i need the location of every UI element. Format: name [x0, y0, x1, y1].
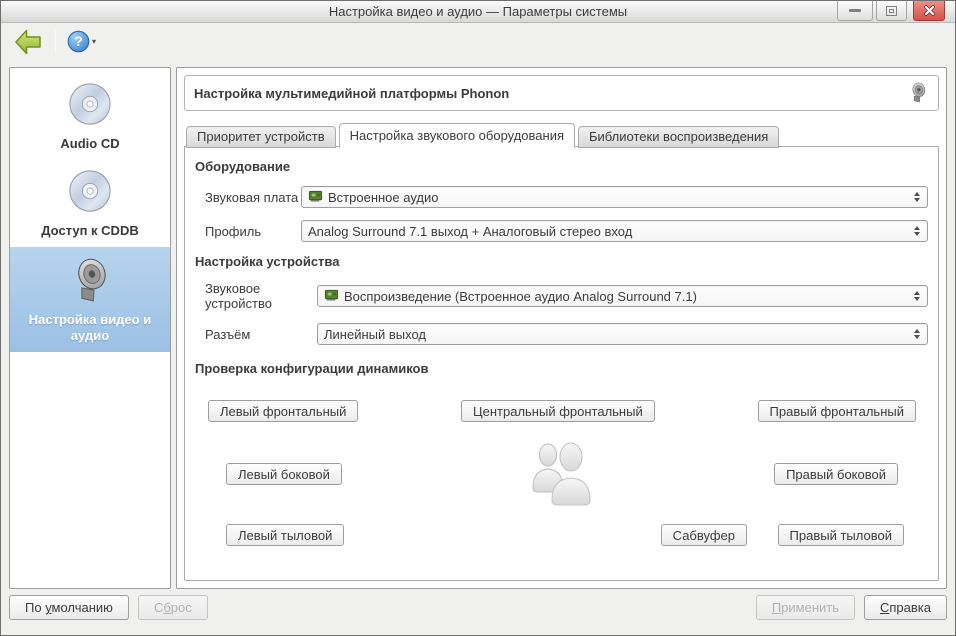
profile-select[interactable]: Analog Surround 7.1 выход + Аналоговый с… — [301, 220, 928, 242]
device-section-title: Настройка устройства — [195, 254, 340, 269]
minimize-icon — [849, 9, 861, 12]
toolbar: ? ▾ — [1, 24, 955, 59]
speaker-test-front-right-button[interactable]: Правый фронтальный — [757, 400, 916, 422]
toolbar-separator — [55, 29, 56, 54]
audio-device-label: Звуковое устройство — [205, 281, 272, 311]
speaker-test-area: Левый фронтальный Центральный фронтальны… — [193, 388, 930, 548]
back-button[interactable] — [14, 29, 42, 55]
sound-card-label: Звуковая плата — [205, 189, 299, 205]
hardware-section-title: Оборудование — [195, 159, 291, 174]
main-panel: Настройка мультимедийной платформы Phono… — [176, 67, 947, 589]
sidebar-item-label: Доступ к CDDB — [41, 223, 139, 238]
tab-content: Оборудование Звуковая плата Встроенное а… — [184, 146, 939, 581]
apply-button[interactable]: Применить — [755, 595, 855, 620]
back-arrow-icon — [15, 29, 41, 54]
defaults-button[interactable]: По умолчанию — [9, 595, 129, 620]
sound-card-value: Встроенное аудио — [328, 189, 439, 205]
close-icon — [923, 5, 935, 16]
sound-card-icon — [324, 287, 339, 305]
audio-device-select[interactable]: Воспроизведение (Встроенное аудио Analog… — [317, 285, 928, 307]
help-icon: ? — [67, 30, 90, 53]
jack-label: Разъём — [205, 326, 251, 342]
maximize-icon — [886, 5, 897, 16]
tab-playback-libraries[interactable]: Библиотеки воспроизведения — [578, 126, 780, 148]
speaker-test-front-center-button[interactable]: Центральный фронтальный — [461, 400, 655, 422]
combo-spinner — [912, 329, 922, 339]
cd-icon — [67, 168, 113, 218]
phonon-header: Настройка мультимедийной платформы Phono… — [184, 75, 939, 111]
jack-value: Линейный выход — [324, 326, 426, 342]
page-title: Настройка мультимедийной платформы Phono… — [194, 85, 510, 101]
profile-value: Analog Surround 7.1 выход + Аналоговый с… — [308, 223, 633, 239]
listener-icon — [524, 440, 598, 509]
window-title: Настройка видео и аудио — Параметры сист… — [328, 4, 628, 19]
combo-spinner — [912, 291, 922, 301]
titlebar: Настройка видео и аудио — Параметры сист… — [1, 1, 955, 23]
sound-card-icon — [308, 188, 323, 206]
sidebar-item-audio-video-setup[interactable]: Настройка видео и аудио — [10, 247, 170, 352]
footer: По умолчанию Сброс Применить Справка — [9, 595, 947, 620]
tab-audio-hardware-setup[interactable]: Настройка звукового оборудования — [338, 123, 576, 148]
sound-card-select[interactable]: Встроенное аудио — [301, 186, 928, 208]
sidebar-item-label: Настройка видео и аудио — [28, 312, 152, 343]
profile-label: Профиль — [205, 223, 262, 239]
jack-select[interactable]: Линейный выход — [317, 323, 928, 345]
sidebar-item-audio-cd[interactable]: Audio CD — [10, 73, 170, 160]
sidebar-item-cddb[interactable]: Доступ к CDDB — [10, 160, 170, 247]
cd-icon — [67, 81, 113, 131]
close-button[interactable] — [913, 1, 945, 21]
speaker-test-side-right-button[interactable]: Правый боковой — [774, 463, 898, 485]
minimize-button[interactable] — [837, 1, 873, 21]
toolbar-help-button[interactable]: ? ▾ — [67, 30, 96, 53]
speaker-icon — [66, 255, 114, 307]
speaker-test-rear-right-button[interactable]: Правый тыловой — [777, 524, 904, 546]
chevron-down-icon: ▾ — [92, 37, 97, 46]
settings-window: Настройка видео и аудио — Параметры сист… — [0, 0, 956, 636]
speaker-test-subwoofer-button[interactable]: Сабвуфер — [660, 524, 747, 546]
sidebar: Audio CD Доступ к CDDB Настройка видео и… — [9, 67, 171, 589]
speaker-test-rear-left-button[interactable]: Левый тыловой — [226, 524, 345, 546]
maximize-button[interactable] — [876, 1, 907, 21]
help-button[interactable]: Справка — [864, 595, 947, 620]
audio-device-value: Воспроизведение (Встроенное аудио Analog… — [344, 288, 697, 304]
sidebar-item-label: Audio CD — [60, 136, 120, 151]
speaker-test-front-left-button[interactable]: Левый фронтальный — [208, 400, 359, 422]
speaker-icon — [907, 79, 929, 108]
combo-spinner — [912, 226, 922, 236]
speaker-test-section-title: Проверка конфигурации динамиков — [195, 361, 429, 376]
combo-spinner — [912, 192, 922, 202]
reset-button[interactable]: Сброс — [137, 595, 208, 620]
tab-bar: Приоритет устройств Настройка звукового … — [186, 122, 939, 148]
speaker-test-side-left-button[interactable]: Левый боковой — [226, 463, 342, 485]
tab-device-priority[interactable]: Приоритет устройств — [186, 126, 336, 148]
